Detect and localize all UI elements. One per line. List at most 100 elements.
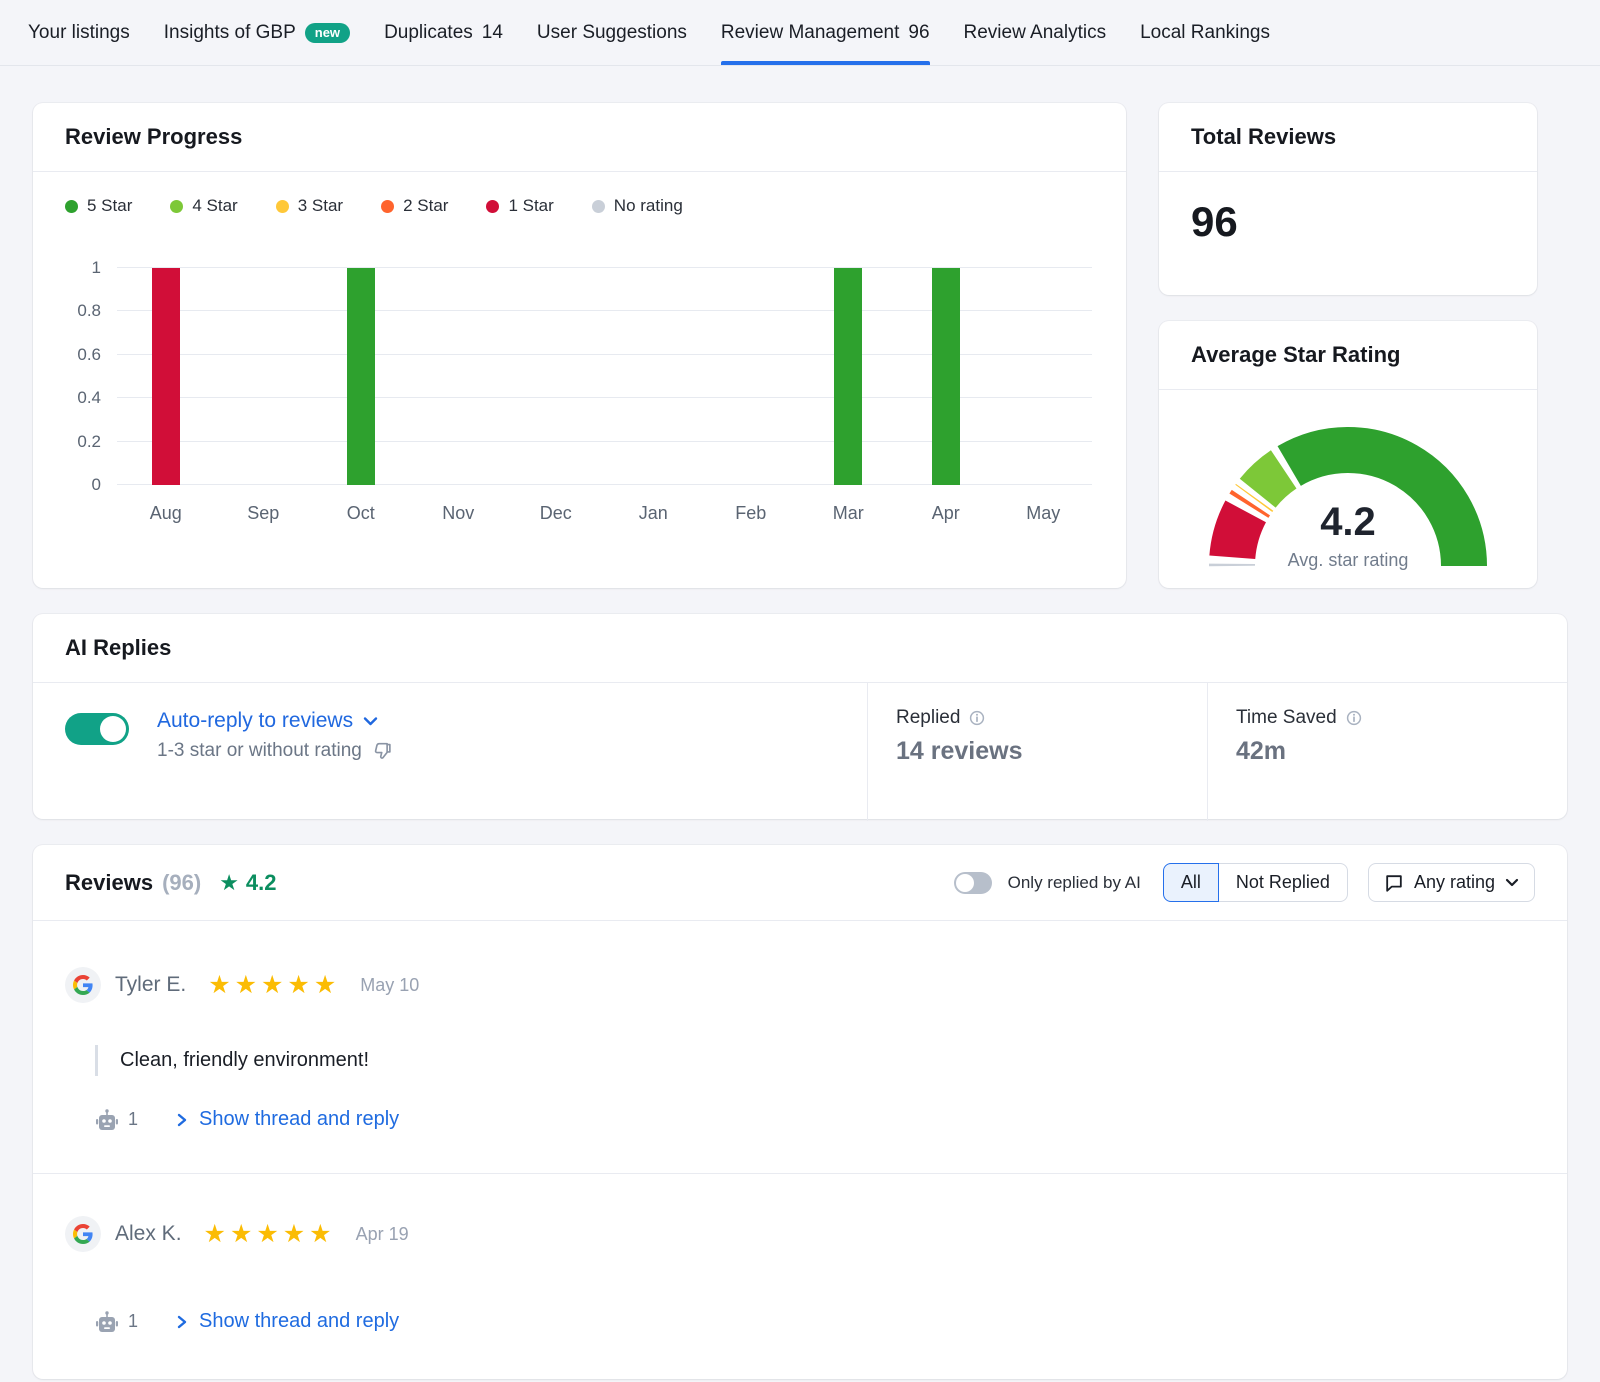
auto-reply-dropdown[interactable]: Auto-reply to reviews <box>157 709 394 733</box>
filter-not-replied-button[interactable]: Not Replied <box>1218 863 1348 902</box>
tab-your-listings[interactable]: Your listings <box>28 0 130 65</box>
legend-item-1-star: 1 Star <box>486 196 553 216</box>
show-thread-link[interactable]: Show thread and reply <box>176 1108 399 1131</box>
legend-dot <box>381 200 394 213</box>
star-rating: ★★★★★ <box>208 970 340 1000</box>
info-icon[interactable] <box>969 710 985 726</box>
review-footer: 1 Show thread and reply <box>95 1108 1535 1131</box>
google-logo-icon <box>73 975 93 995</box>
tab-label: User Suggestions <box>537 22 687 44</box>
replied-filter-segmented: AllNot Replied <box>1163 863 1348 902</box>
legend-label: 3 Star <box>298 196 343 216</box>
filter-all-button[interactable]: All <box>1163 863 1219 902</box>
ai-robot-icon <box>95 1109 119 1131</box>
star-rating: ★★★★★ <box>204 1219 336 1249</box>
chevron-down-icon <box>363 716 378 726</box>
legend-label: 1 Star <box>508 196 553 216</box>
only-replied-by-ai-toggle[interactable] <box>954 872 992 894</box>
top-tab-bar: Your listings Insights of GBPnew Duplicate… <box>0 0 1600 66</box>
gauge-arc <box>1198 414 1498 572</box>
chevron-right-icon <box>176 1112 188 1128</box>
star-rating-gauge: 4.2 Avg. star rating <box>1198 414 1498 577</box>
tab-review-management[interactable]: Review Management96 <box>721 0 930 65</box>
review-progress-title: Review Progress <box>33 103 1126 172</box>
legend-dot <box>486 200 499 213</box>
x-tick-label: Oct <box>312 503 410 524</box>
thumbs-down-icon[interactable] <box>372 740 394 762</box>
average-star-rating-card: Average Star Rating 4.2 Avg. star rating <box>1159 321 1537 588</box>
review-item: Alex K.★★★★★Apr 191Show thread and reply <box>33 1173 1567 1375</box>
rating-filter-dropdown[interactable]: Any rating <box>1368 863 1535 902</box>
bar-oct-5-star <box>347 268 375 485</box>
tab-user-suggestions[interactable]: User Suggestions <box>537 0 687 65</box>
legend-item-no-rating: No rating <box>592 196 683 216</box>
gauge-segment-3-star <box>1254 497 1255 498</box>
y-tick-label: 0.8 <box>77 301 101 321</box>
review-date: Apr 19 <box>356 1224 409 1245</box>
tab-label: Review Analytics <box>964 22 1107 44</box>
x-tick-label: Mar <box>800 503 898 524</box>
time-saved-value: 42m <box>1236 737 1567 766</box>
y-tick-label: 0.4 <box>77 388 101 408</box>
x-tick-label: Apr <box>897 503 995 524</box>
x-tick-label: Dec <box>507 503 605 524</box>
total-reviews-title: Total Reviews <box>1159 103 1537 172</box>
x-tick-label: Aug <box>117 503 215 524</box>
chart-legend: 5 Star4 Star3 Star2 Star1 StarNo rating <box>33 172 1126 216</box>
x-tick-label: Feb <box>702 503 800 524</box>
reviews-title: Reviews <box>65 870 153 896</box>
legend-label: 2 Star <box>403 196 448 216</box>
replied-label: Replied <box>896 707 960 729</box>
legend-item-4-star: 4 Star <box>170 196 237 216</box>
review-text: Clean, friendly environment! <box>95 1045 1535 1076</box>
google-logo-icon <box>73 1224 93 1244</box>
total-reviews-card: Total Reviews 96 <box>1159 103 1537 295</box>
review-date: May 10 <box>360 975 419 996</box>
tab-label: Your listings <box>28 22 130 44</box>
speech-bubble-icon <box>1384 873 1404 893</box>
y-tick-label: 0.2 <box>77 432 101 452</box>
tab-local-rankings[interactable]: Local Rankings <box>1140 0 1270 65</box>
bar-mar-5-star <box>834 268 862 485</box>
reviewer-name: Tyler E. <box>115 973 186 997</box>
review-header-row: Alex K.★★★★★Apr 19 <box>65 1216 1535 1252</box>
tab-count: 14 <box>482 22 503 44</box>
auto-reply-toggle[interactable] <box>65 713 129 745</box>
ai-reply-count-value: 1 <box>128 1109 138 1130</box>
time-saved-label: Time Saved <box>1236 707 1337 729</box>
legend-label: No rating <box>614 196 683 216</box>
ai-reply-count: 1 <box>95 1109 138 1131</box>
legend-item-3-star: 3 Star <box>276 196 343 216</box>
avatar <box>65 1216 101 1252</box>
legend-dot <box>592 200 605 213</box>
chart-plot-area <box>117 268 1092 485</box>
tab-insights-of-gbp[interactable]: Insights of GBPnew <box>164 0 350 65</box>
tab-label: Local Rankings <box>1140 22 1270 44</box>
y-tick-label: 1 <box>92 258 101 278</box>
show-thread-link[interactable]: Show thread and reply <box>176 1310 399 1333</box>
tab-review-analytics[interactable]: Review Analytics <box>964 0 1107 65</box>
show-thread-label: Show thread and reply <box>199 1310 399 1333</box>
review-header-row: Tyler E. ★★★★★ May 10 <box>65 967 1535 1003</box>
average-star-rating-title: Average Star Rating <box>1159 321 1537 390</box>
reviews-list: Tyler E. ★★★★★ May 10 Clean, friendly envir… <box>33 921 1567 1375</box>
x-tick-label: Sep <box>215 503 313 524</box>
x-tick-label: Nov <box>410 503 508 524</box>
ai-robot-icon <box>95 1311 119 1333</box>
y-tick-label: 0 <box>92 475 101 495</box>
tab-duplicates[interactable]: Duplicates14 <box>384 0 503 65</box>
reviews-avg-rating: 4.2 <box>246 870 277 896</box>
auto-reply-label: Auto-reply to reviews <box>157 709 353 733</box>
only-replied-by-ai-label: Only replied by AI <box>1008 873 1141 893</box>
ai-reply-count: 1 <box>95 1311 138 1333</box>
info-icon[interactable] <box>1346 710 1362 726</box>
tab-label: Review Management <box>721 22 899 44</box>
legend-dot <box>65 200 78 213</box>
rating-filter-label: Any rating <box>1414 872 1495 893</box>
tab-label: Insights of GBP <box>164 22 296 44</box>
x-tick-label: Jan <box>605 503 703 524</box>
review-item: Tyler E. ★★★★★ May 10 Clean, friendly envir… <box>33 921 1567 1173</box>
reviews-count: (96) <box>162 870 201 896</box>
bar-apr-5-star <box>932 268 960 485</box>
replied-value: 14 reviews <box>896 737 1207 766</box>
